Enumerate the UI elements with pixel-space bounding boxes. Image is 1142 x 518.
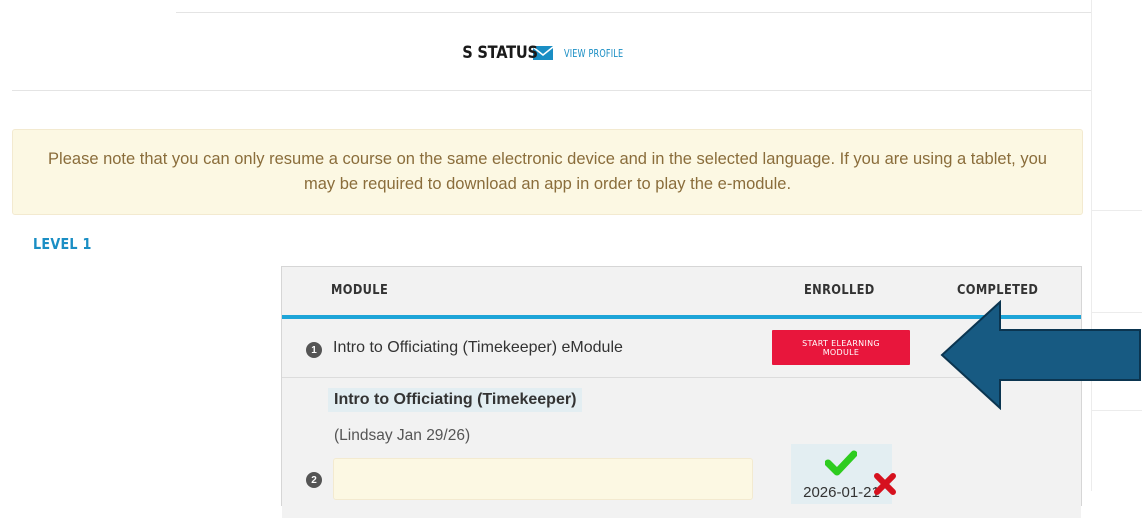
- module-name: Intro to Officiating (Timekeeper) eModul…: [333, 339, 623, 356]
- row-number-badge: 2: [306, 472, 322, 488]
- right-column-divider: [1091, 0, 1092, 491]
- device-notice: Please note that you can only resume a c…: [12, 129, 1083, 215]
- profile-header: S STATUS VIEW PROFILE: [0, 38, 1142, 68]
- row-number-badge: 1: [306, 342, 322, 358]
- view-profile-link[interactable]: VIEW PROFILE: [564, 47, 623, 60]
- right-column-rule: [1092, 210, 1142, 211]
- left-arrow-icon: [940, 299, 1142, 415]
- column-header-completed: COMPLETED: [957, 283, 1039, 298]
- header-divider: [12, 90, 1091, 91]
- notice-text: Please note that you can only resume a c…: [48, 150, 1047, 193]
- start-elearning-module-button[interactable]: START ELEARNING MODULE: [772, 330, 910, 365]
- session-subtitle: (Lindsay Jan 29/26): [334, 427, 471, 444]
- x-icon: [873, 473, 897, 500]
- column-header-enrolled: ENROLLED: [804, 283, 875, 298]
- page-title: S STATUS: [462, 43, 539, 63]
- top-divider: [176, 12, 1091, 13]
- check-icon: [824, 450, 858, 481]
- column-header-module: MODULE: [331, 283, 389, 298]
- level-heading: LEVEL 1: [33, 235, 92, 253]
- session-note-box: [333, 458, 753, 500]
- session-title: Intro to Officiating (Timekeeper): [328, 388, 583, 412]
